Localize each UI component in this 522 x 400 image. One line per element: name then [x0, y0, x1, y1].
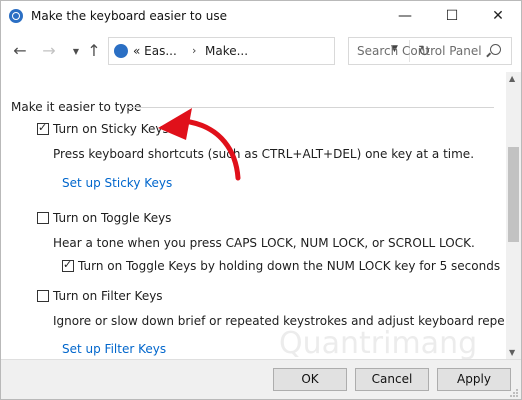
- ease-of-access-icon: [9, 9, 23, 23]
- breadcrumb-parent[interactable]: « Eas...: [133, 44, 177, 58]
- search-box[interactable]: Search Control Panel: [348, 37, 512, 65]
- sticky-keys-checkbox[interactable]: [37, 121, 49, 135]
- chevron-down-icon[interactable]: ▼: [67, 43, 85, 61]
- minimize-button[interactable]: —: [382, 1, 428, 32]
- maximize-button[interactable]: ☐: [429, 1, 475, 32]
- watermark: Quantrimang: [279, 326, 478, 359]
- toggle-keys-checkbox[interactable]: [37, 212, 49, 224]
- window-title: Make the keyboard easier to use: [31, 9, 227, 23]
- setup-sticky-keys-link[interactable]: Set up Sticky Keys: [62, 176, 172, 190]
- filter-keys-checkbox[interactable]: [37, 290, 49, 302]
- toggle-keys-numlock-label[interactable]: Turn on Toggle Keys by holding down the …: [78, 259, 500, 273]
- sticky-keys-description: Press keyboard shortcuts (such as CTRL+A…: [53, 147, 475, 161]
- sticky-keys-label[interactable]: Turn on Sticky Keys: [53, 122, 169, 136]
- section-heading: Make it easier to type: [11, 100, 142, 114]
- control-panel-window: Make the keyboard easier to use — ☐ ✕ ← …: [0, 0, 522, 400]
- toggle-keys-description: Hear a tone when you press CAPS LOCK, NU…: [53, 236, 475, 250]
- address-bar[interactable]: « Eas... › Make... ▼ ↻: [108, 37, 431, 65]
- filter-keys-label[interactable]: Turn on Filter Keys: [53, 289, 163, 303]
- search-icon[interactable]: [490, 44, 501, 55]
- settings-content: Make it easier to type Turn on Sticky Ke…: [1, 72, 505, 359]
- section-divider: [126, 107, 494, 108]
- scroll-up-icon[interactable]: ▲: [509, 74, 515, 83]
- breadcrumb-separator-icon: ›: [192, 44, 197, 57]
- breadcrumb-current[interactable]: Make...: [205, 44, 248, 58]
- arrow-left-icon[interactable]: ←: [11, 42, 29, 60]
- resize-grip-icon[interactable]: [509, 388, 519, 398]
- search-input[interactable]: Search Control Panel: [357, 44, 482, 58]
- close-button[interactable]: ✕: [475, 1, 521, 32]
- scroll-down-icon[interactable]: ▼: [509, 348, 515, 357]
- apply-button[interactable]: Apply: [437, 368, 511, 391]
- setup-filter-keys-link[interactable]: Set up Filter Keys: [62, 342, 166, 356]
- arrow-right-icon[interactable]: →: [40, 42, 58, 60]
- vertical-scrollbar[interactable]: ▲ ▼: [506, 72, 521, 359]
- title-bar[interactable]: Make the keyboard easier to use — ☐ ✕: [1, 1, 521, 32]
- navigation-bar: ← → ▼ ↑ « Eas... › Make... ▼ ↻ Search Co…: [1, 32, 521, 72]
- toggle-keys-numlock-checkbox[interactable]: [62, 258, 74, 272]
- dialog-button-bar: OK Cancel Apply: [1, 359, 521, 399]
- arrow-up-icon[interactable]: ↑: [85, 42, 103, 60]
- cancel-button[interactable]: Cancel: [355, 368, 429, 391]
- scrollbar-thumb[interactable]: [508, 147, 519, 242]
- toggle-keys-label[interactable]: Turn on Toggle Keys: [53, 211, 171, 225]
- ok-button[interactable]: OK: [273, 368, 347, 391]
- ease-of-access-icon: [114, 44, 128, 58]
